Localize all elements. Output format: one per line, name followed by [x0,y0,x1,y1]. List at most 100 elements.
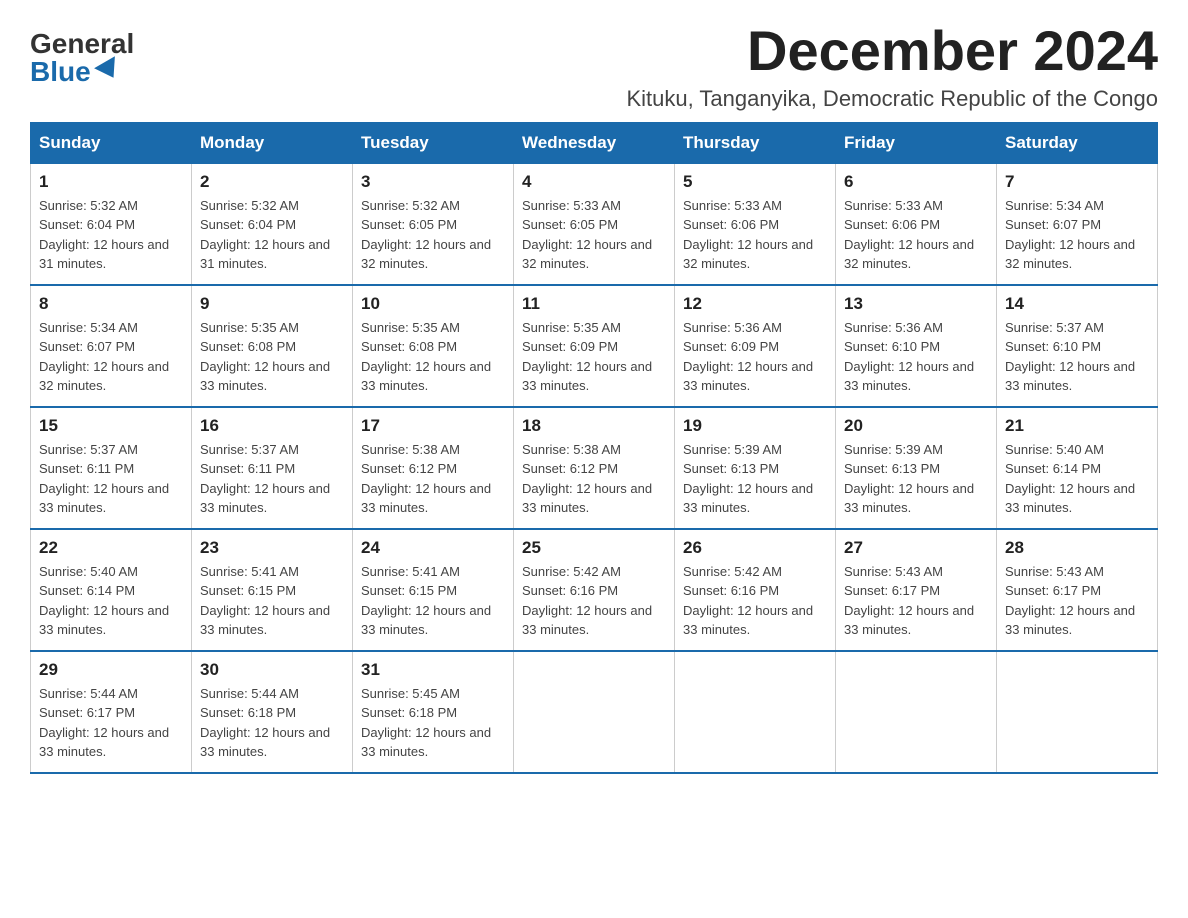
calendar-table: Sunday Monday Tuesday Wednesday Thursday… [30,122,1158,774]
day-info: Sunrise: 5:45 AMSunset: 6:18 PMDaylight:… [361,684,505,762]
month-year-title: December 2024 [626,20,1158,82]
header-wednesday: Wednesday [514,122,675,163]
day-info: Sunrise: 5:38 AMSunset: 6:12 PMDaylight:… [522,440,666,518]
day-info: Sunrise: 5:36 AMSunset: 6:09 PMDaylight:… [683,318,827,396]
calendar-day-cell: 21 Sunrise: 5:40 AMSunset: 6:14 PMDaylig… [997,407,1158,529]
day-info: Sunrise: 5:35 AMSunset: 6:08 PMDaylight:… [361,318,505,396]
day-number: 10 [361,294,505,314]
day-number: 3 [361,172,505,192]
day-number: 5 [683,172,827,192]
header-monday: Monday [192,122,353,163]
day-info: Sunrise: 5:43 AMSunset: 6:17 PMDaylight:… [1005,562,1149,640]
calendar-day-cell: 17 Sunrise: 5:38 AMSunset: 6:12 PMDaylig… [353,407,514,529]
day-info: Sunrise: 5:34 AMSunset: 6:07 PMDaylight:… [1005,196,1149,274]
day-info: Sunrise: 5:33 AMSunset: 6:06 PMDaylight:… [844,196,988,274]
calendar-day-cell: 9 Sunrise: 5:35 AMSunset: 6:08 PMDayligh… [192,285,353,407]
day-number: 19 [683,416,827,436]
logo-general-text: General [30,30,134,58]
day-info: Sunrise: 5:37 AMSunset: 6:11 PMDaylight:… [39,440,183,518]
day-number: 16 [200,416,344,436]
logo-blue-text: Blue [30,58,121,86]
calendar-day-cell: 30 Sunrise: 5:44 AMSunset: 6:18 PMDaylig… [192,651,353,773]
calendar-day-cell: 16 Sunrise: 5:37 AMSunset: 6:11 PMDaylig… [192,407,353,529]
day-info: Sunrise: 5:41 AMSunset: 6:15 PMDaylight:… [200,562,344,640]
day-info: Sunrise: 5:32 AMSunset: 6:04 PMDaylight:… [39,196,183,274]
day-number: 21 [1005,416,1149,436]
day-info: Sunrise: 5:35 AMSunset: 6:08 PMDaylight:… [200,318,344,396]
calendar-day-cell [997,651,1158,773]
day-number: 4 [522,172,666,192]
calendar-day-cell [836,651,997,773]
calendar-day-cell: 5 Sunrise: 5:33 AMSunset: 6:06 PMDayligh… [675,163,836,285]
day-info: Sunrise: 5:35 AMSunset: 6:09 PMDaylight:… [522,318,666,396]
day-number: 7 [1005,172,1149,192]
day-info: Sunrise: 5:39 AMSunset: 6:13 PMDaylight:… [683,440,827,518]
calendar-day-cell: 6 Sunrise: 5:33 AMSunset: 6:06 PMDayligh… [836,163,997,285]
calendar-day-cell: 10 Sunrise: 5:35 AMSunset: 6:08 PMDaylig… [353,285,514,407]
calendar-day-cell: 18 Sunrise: 5:38 AMSunset: 6:12 PMDaylig… [514,407,675,529]
day-number: 11 [522,294,666,314]
day-number: 24 [361,538,505,558]
calendar-week-row: 1 Sunrise: 5:32 AMSunset: 6:04 PMDayligh… [31,163,1158,285]
calendar-day-cell: 3 Sunrise: 5:32 AMSunset: 6:05 PMDayligh… [353,163,514,285]
day-info: Sunrise: 5:33 AMSunset: 6:05 PMDaylight:… [522,196,666,274]
calendar-header: Sunday Monday Tuesday Wednesday Thursday… [31,122,1158,163]
header-tuesday: Tuesday [353,122,514,163]
day-number: 29 [39,660,183,680]
header-saturday: Saturday [997,122,1158,163]
day-info: Sunrise: 5:39 AMSunset: 6:13 PMDaylight:… [844,440,988,518]
day-number: 13 [844,294,988,314]
day-info: Sunrise: 5:40 AMSunset: 6:14 PMDaylight:… [1005,440,1149,518]
calendar-day-cell: 2 Sunrise: 5:32 AMSunset: 6:04 PMDayligh… [192,163,353,285]
calendar-day-cell: 27 Sunrise: 5:43 AMSunset: 6:17 PMDaylig… [836,529,997,651]
header-sunday: Sunday [31,122,192,163]
location-subtitle: Kituku, Tanganyika, Democratic Republic … [626,86,1158,112]
day-number: 25 [522,538,666,558]
calendar-day-cell: 25 Sunrise: 5:42 AMSunset: 6:16 PMDaylig… [514,529,675,651]
calendar-day-cell [675,651,836,773]
day-number: 6 [844,172,988,192]
day-number: 22 [39,538,183,558]
calendar-day-cell: 22 Sunrise: 5:40 AMSunset: 6:14 PMDaylig… [31,529,192,651]
page-header: General Blue December 2024 Kituku, Tanga… [30,20,1158,112]
calendar-day-cell [514,651,675,773]
day-number: 20 [844,416,988,436]
day-info: Sunrise: 5:40 AMSunset: 6:14 PMDaylight:… [39,562,183,640]
calendar-week-row: 8 Sunrise: 5:34 AMSunset: 6:07 PMDayligh… [31,285,1158,407]
day-info: Sunrise: 5:33 AMSunset: 6:06 PMDaylight:… [683,196,827,274]
calendar-day-cell: 12 Sunrise: 5:36 AMSunset: 6:09 PMDaylig… [675,285,836,407]
calendar-week-row: 15 Sunrise: 5:37 AMSunset: 6:11 PMDaylig… [31,407,1158,529]
day-number: 31 [361,660,505,680]
day-number: 18 [522,416,666,436]
day-info: Sunrise: 5:43 AMSunset: 6:17 PMDaylight:… [844,562,988,640]
day-info: Sunrise: 5:42 AMSunset: 6:16 PMDaylight:… [522,562,666,640]
calendar-day-cell: 8 Sunrise: 5:34 AMSunset: 6:07 PMDayligh… [31,285,192,407]
calendar-day-cell: 7 Sunrise: 5:34 AMSunset: 6:07 PMDayligh… [997,163,1158,285]
calendar-week-row: 29 Sunrise: 5:44 AMSunset: 6:17 PMDaylig… [31,651,1158,773]
day-info: Sunrise: 5:37 AMSunset: 6:10 PMDaylight:… [1005,318,1149,396]
day-number: 30 [200,660,344,680]
day-number: 1 [39,172,183,192]
day-info: Sunrise: 5:36 AMSunset: 6:10 PMDaylight:… [844,318,988,396]
header-thursday: Thursday [675,122,836,163]
day-info: Sunrise: 5:41 AMSunset: 6:15 PMDaylight:… [361,562,505,640]
logo: General Blue [30,20,134,86]
day-info: Sunrise: 5:44 AMSunset: 6:17 PMDaylight:… [39,684,183,762]
title-block: December 2024 Kituku, Tanganyika, Democr… [626,20,1158,112]
calendar-day-cell: 11 Sunrise: 5:35 AMSunset: 6:09 PMDaylig… [514,285,675,407]
day-info: Sunrise: 5:44 AMSunset: 6:18 PMDaylight:… [200,684,344,762]
day-info: Sunrise: 5:37 AMSunset: 6:11 PMDaylight:… [200,440,344,518]
calendar-day-cell: 14 Sunrise: 5:37 AMSunset: 6:10 PMDaylig… [997,285,1158,407]
calendar-day-cell: 4 Sunrise: 5:33 AMSunset: 6:05 PMDayligh… [514,163,675,285]
day-info: Sunrise: 5:34 AMSunset: 6:07 PMDaylight:… [39,318,183,396]
day-number: 9 [200,294,344,314]
day-number: 27 [844,538,988,558]
day-number: 17 [361,416,505,436]
calendar-day-cell: 23 Sunrise: 5:41 AMSunset: 6:15 PMDaylig… [192,529,353,651]
day-info: Sunrise: 5:32 AMSunset: 6:04 PMDaylight:… [200,196,344,274]
calendar-body: 1 Sunrise: 5:32 AMSunset: 6:04 PMDayligh… [31,163,1158,773]
day-info: Sunrise: 5:32 AMSunset: 6:05 PMDaylight:… [361,196,505,274]
day-number: 14 [1005,294,1149,314]
day-info: Sunrise: 5:38 AMSunset: 6:12 PMDaylight:… [361,440,505,518]
calendar-week-row: 22 Sunrise: 5:40 AMSunset: 6:14 PMDaylig… [31,529,1158,651]
